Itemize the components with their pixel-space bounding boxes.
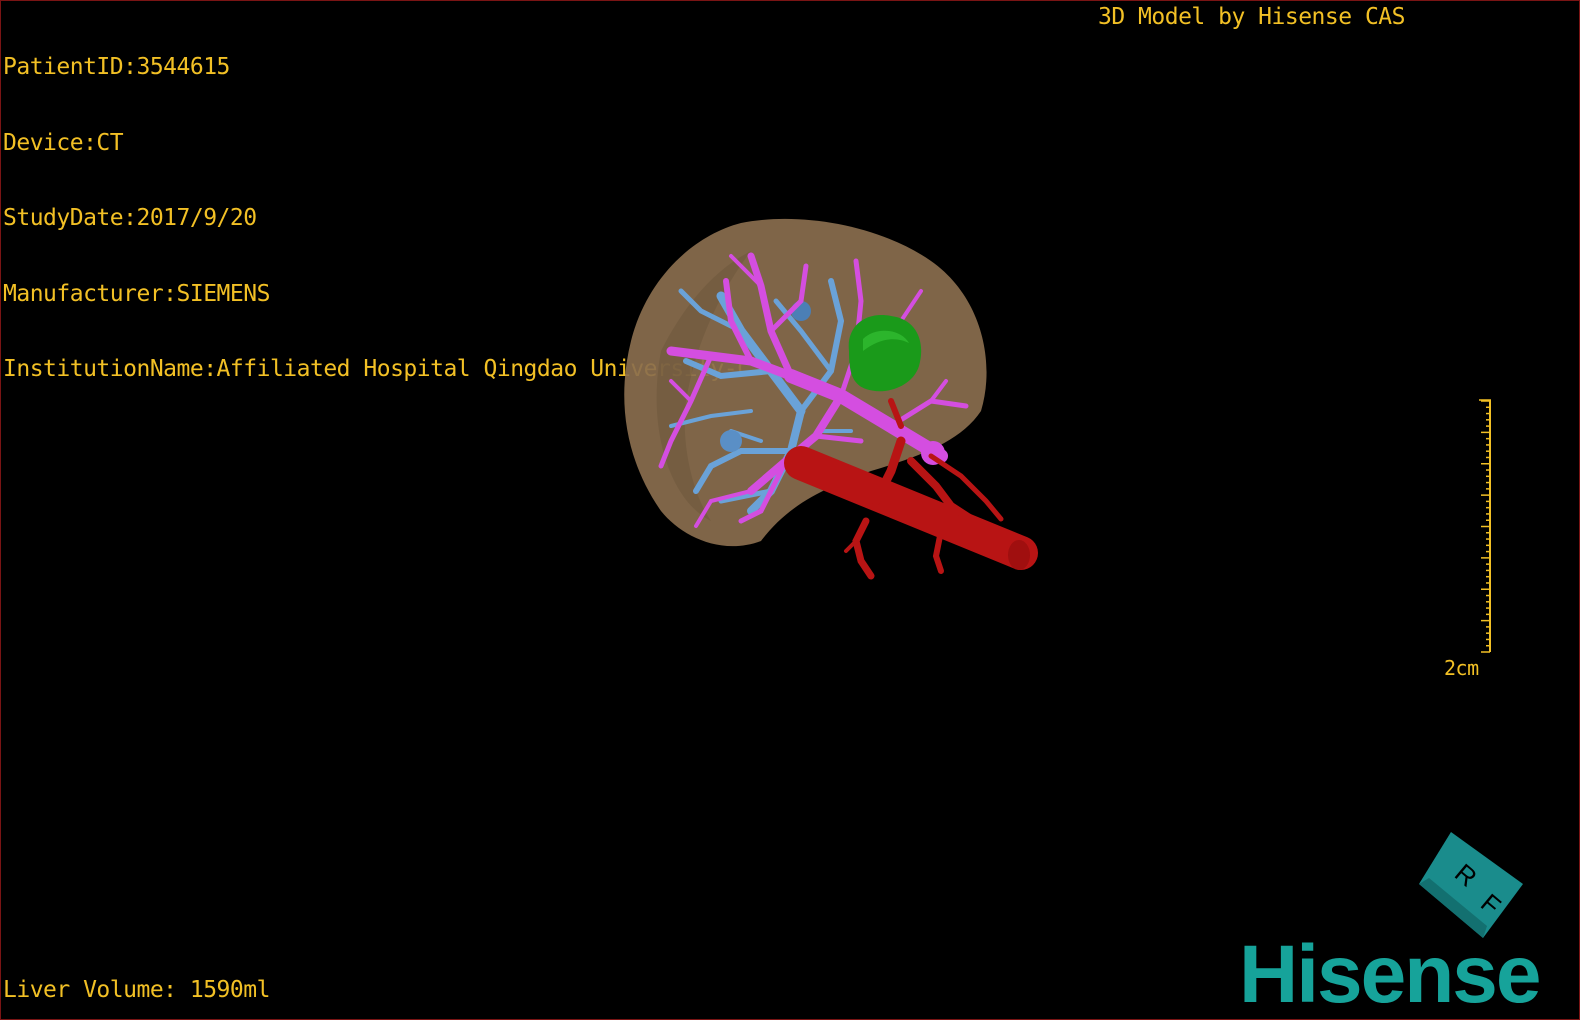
hisense-logo: Hisense (1239, 929, 1542, 1020)
3d-viewport[interactable]: PatientID:3544615 Device:CT StudyDate:20… (0, 0, 1580, 1020)
scale-bar (1479, 399, 1491, 653)
brand-caption: 3D Model by Hisense CAS (1098, 4, 1406, 30)
scale-label: 2cm (1444, 656, 1479, 680)
liver-volume-text: Liver Volume: 1590ml (3, 977, 270, 1003)
patient-id-text: PatientID:3544615 (3, 54, 230, 80)
device-text: Device:CT (3, 129, 124, 156)
liver-3d-model[interactable] (601, 201, 1061, 601)
orientation-cube[interactable]: R F (1411, 826, 1536, 946)
